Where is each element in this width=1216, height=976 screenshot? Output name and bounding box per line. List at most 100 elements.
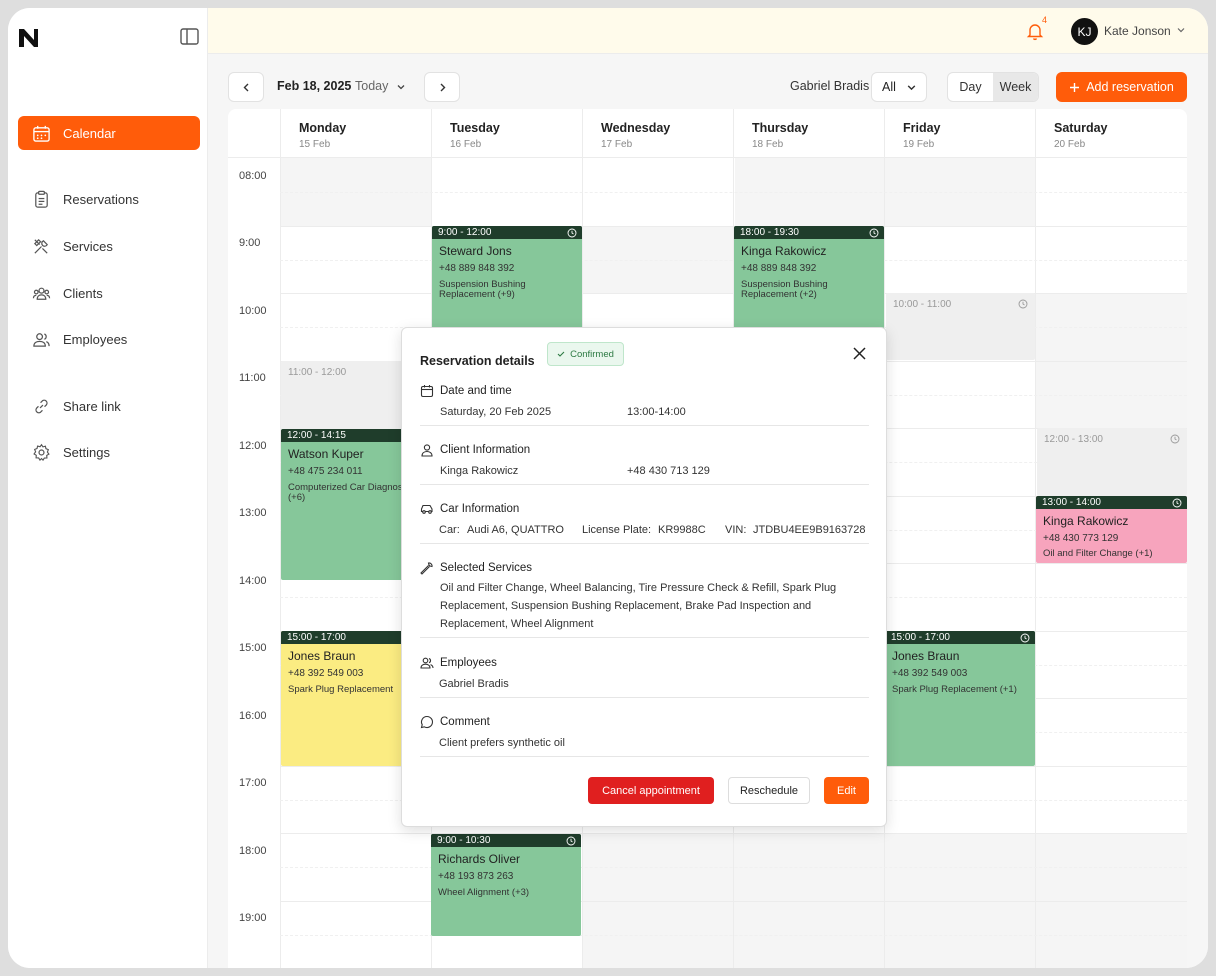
ghost-slot[interactable]: 10:00 - 11:00 (886, 293, 1035, 360)
client-phone: +48 430 713 129 (627, 465, 710, 477)
logo-icon (19, 29, 38, 47)
prev-week-button[interactable] (228, 72, 264, 102)
sidebar-item-employees[interactable]: Employees (18, 322, 200, 356)
date-value: Saturday, 20 Feb 2025 (440, 406, 552, 418)
event-service: Suspension Bushing Replacement (+9) (439, 279, 526, 300)
today-button[interactable]: Today (355, 79, 388, 93)
sidebar-toggle-icon[interactable] (180, 28, 199, 45)
sidebar-item-label: Reservations (63, 191, 139, 207)
app-window: Calendar Reservations Services Clients E… (8, 8, 1208, 968)
users-icon (420, 657, 434, 669)
sidebar-item-reservations[interactable]: Reservations (18, 182, 200, 216)
hour-label: 19:00 (239, 912, 267, 924)
event-service: Suspension Bushing Replacement (+2) (741, 279, 828, 300)
event-card[interactable]: 9:00 - 10:30 Richards Oliver +48 193 873… (431, 834, 581, 936)
section-heading: Car Information (440, 503, 520, 515)
sidebar-item-share-link[interactable]: Share link (18, 389, 200, 423)
divider (420, 756, 869, 757)
employee-label: Gabriel Bradis (790, 79, 870, 93)
link-icon (35, 399, 48, 413)
tools-icon (33, 238, 48, 254)
section-heading: Selected Services (440, 562, 533, 574)
sidebar-item-settings[interactable]: Settings (18, 435, 200, 469)
user-icon (421, 444, 433, 457)
day-header: Monday 15 Feb (281, 109, 432, 158)
hour-label: 11:00 (239, 372, 266, 384)
chevron-right-icon (440, 83, 445, 91)
event-time: 18:00 - 19:30 (740, 227, 799, 238)
car-info-heading: Car Information (420, 502, 519, 516)
comment-heading: Comment (420, 715, 490, 729)
sidebar-item-label: Employees (63, 331, 128, 347)
view-week-button[interactable]: Week (993, 73, 1038, 101)
event-card[interactable]: 15:00 - 17:00 Jones Braun +48 392 549 00… (885, 631, 1035, 766)
clock-icon (1020, 633, 1030, 642)
reschedule-button[interactable]: Reschedule (728, 777, 810, 804)
day-date: 17 Feb (601, 139, 633, 150)
day-header: Tuesday 16 Feb (432, 109, 583, 158)
event-time: 9:00 - 12:00 (438, 227, 492, 238)
day-name: Thursday (752, 121, 809, 135)
section-heading: Client Information (440, 444, 531, 456)
employee-filter-select[interactable]: All (871, 72, 927, 102)
event-client: Steward Jons (439, 244, 512, 258)
day-date: 18 Feb (752, 139, 784, 150)
vin-value: JTDBU4EE9B9163728 (753, 524, 866, 536)
event-card[interactable]: 13:00 - 14:00 Kinga Rakowicz +48 430 773… (1036, 496, 1187, 563)
chevron-down-icon[interactable] (396, 82, 406, 92)
client-name: Kinga Rakowicz (440, 465, 519, 477)
plate-value: KR9988C (658, 524, 706, 536)
half-hour-line (280, 192, 1187, 193)
hour-label: 17:00 (239, 777, 267, 789)
section-heading: Date and time (440, 385, 512, 397)
event-card[interactable]: 18:00 - 19:30 Kinga Rakowicz +48 889 848… (734, 226, 884, 332)
car-label: Car: (439, 524, 460, 536)
cancel-appointment-button[interactable]: Cancel appointment (588, 777, 714, 804)
plus-icon (1070, 82, 1080, 92)
event-time: 15:00 - 17:00 (287, 632, 346, 643)
ghost-slot[interactable]: 12:00 - 13:00 (1037, 428, 1187, 496)
add-reservation-button[interactable]: Add reservation (1056, 72, 1187, 102)
event-card[interactable]: 9:00 - 12:00 Steward Jons +48 889 848 39… (432, 226, 582, 332)
edit-button[interactable]: Edit (824, 777, 869, 804)
event-phone: +48 889 848 392 (439, 263, 515, 274)
hour-label: 9:00 (239, 237, 261, 249)
day-name: Monday (299, 121, 347, 135)
car-value: Audi A6, QUATTRO (467, 524, 564, 536)
sidebar: Calendar Reservations Services Clients E… (8, 8, 208, 968)
chevron-left-icon (243, 83, 248, 91)
notification-badge: 4 (1042, 15, 1048, 25)
vin-label: VIN: (725, 524, 747, 536)
client-info-heading: Client Information (420, 443, 530, 457)
sidebar-item-label: Services (63, 238, 113, 254)
ghost-slot-time: 10:00 - 11:00 (893, 299, 952, 310)
close-icon[interactable] (852, 346, 867, 361)
user-name[interactable]: Kate Jonson (1104, 24, 1171, 38)
section-heading: Employees (440, 657, 497, 669)
wrench-icon (420, 562, 433, 575)
hour-label: 10:00 (239, 305, 267, 317)
event-phone: +48 889 848 392 (741, 263, 817, 274)
comment-value: Client prefers synthetic oil (439, 737, 565, 749)
avatar[interactable]: KJ (1071, 18, 1098, 45)
services-value: Oil and Filter Change, Wheel Balancing, … (440, 582, 837, 630)
day-header: Wednesday 17 Feb (583, 109, 734, 158)
sidebar-item-calendar[interactable]: Calendar (18, 116, 200, 150)
divider (420, 484, 869, 485)
clock-icon (566, 836, 576, 845)
hour-label: 15:00 (239, 642, 267, 654)
sidebar-item-clients[interactable]: Clients (18, 276, 200, 310)
chevron-down-icon[interactable] (1176, 25, 1186, 35)
sidebar-item-services[interactable]: Services (18, 229, 200, 263)
clock-icon (1018, 299, 1028, 309)
gear-icon (33, 443, 50, 461)
hour-label: 08:00 (239, 170, 267, 182)
clock-icon (567, 228, 577, 237)
event-phone: +48 193 873 263 (438, 871, 514, 882)
clock-icon (1172, 498, 1182, 507)
view-day-button[interactable]: Day (948, 73, 993, 101)
next-week-button[interactable] (424, 72, 460, 102)
divider (420, 637, 869, 638)
event-service: Spark Plug Replacement (+1) (892, 684, 1017, 695)
event-phone: +48 392 549 003 (892, 668, 968, 679)
